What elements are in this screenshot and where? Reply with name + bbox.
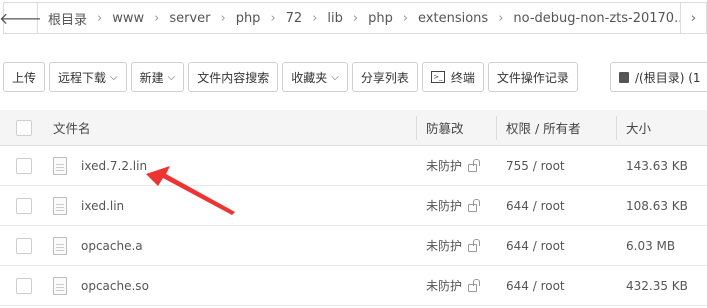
column-header-name[interactable]: 文件名 <box>53 110 91 145</box>
perm-owner[interactable]: 644 / root <box>506 186 565 225</box>
favorites-button[interactable]: 收藏夹 ⌵ <box>282 62 348 92</box>
table-row[interactable]: opcache.so 未防护 644 / root 432.35 KB <box>0 266 707 306</box>
row-checkbox[interactable] <box>16 277 32 294</box>
unlock-icon[interactable] <box>468 163 478 172</box>
file-icon <box>53 236 67 255</box>
unlock-icon[interactable] <box>468 283 478 292</box>
arrow-left-icon: 🡐 <box>0 9 42 28</box>
protect-status[interactable]: 未防护 <box>426 197 462 214</box>
chevron-right-icon: › <box>97 10 103 26</box>
file-name[interactable]: ixed.lin <box>81 199 124 213</box>
column-divider <box>616 116 617 140</box>
content-search-button[interactable]: 文件内容搜索 <box>188 62 279 92</box>
back-button[interactable]: 🡐 <box>0 3 42 33</box>
red-arrow-annotation <box>146 166 235 215</box>
disk-selector-button[interactable]: /(根目录) (1 <box>610 62 707 92</box>
unlock-icon[interactable] <box>468 243 478 252</box>
file-log-button[interactable]: 文件操作记录 <box>487 62 578 92</box>
protect-status[interactable]: 未防护 <box>426 157 462 174</box>
file-name[interactable]: opcache.a <box>81 239 143 253</box>
breadcrumb-item-php[interactable]: php › <box>236 3 286 33</box>
new-button[interactable]: 新建 ⌵ <box>130 62 185 92</box>
chevron-right-icon: › <box>312 10 318 26</box>
chevron-right-icon: › <box>402 10 409 26</box>
file-icon <box>53 276 67 295</box>
column-divider <box>496 116 497 140</box>
perm-owner[interactable]: 755 / root <box>506 146 565 185</box>
protect-status[interactable]: 未防护 <box>426 277 462 294</box>
perm-owner[interactable]: 644 / root <box>506 266 565 305</box>
table-row[interactable]: ixed.lin 未防护 644 / root 108.63 KB <box>0 186 707 226</box>
chevron-right-icon: › <box>220 10 226 26</box>
file-name[interactable]: ixed.7.2.lin <box>81 159 147 173</box>
breadcrumb-item-lib[interactable]: lib › <box>327 3 368 33</box>
column-header-perm[interactable]: 权限 / 所有者 <box>506 110 581 145</box>
upload-button[interactable]: 上传 <box>3 62 46 92</box>
file-size: 108.63 KB <box>626 198 688 213</box>
disk-icon <box>619 71 629 83</box>
breadcrumb-item-www[interactable]: www › <box>112 3 169 33</box>
breadcrumb-more-button[interactable]: › <box>680 3 706 33</box>
breadcrumb-item-extensions[interactable]: extensions › <box>418 3 513 33</box>
table-row[interactable]: ixed.7.2.lin 未防护 755 / root 143.63 KB <box>0 146 707 186</box>
chevron-right-icon: › <box>270 10 276 26</box>
protect-status[interactable]: 未防护 <box>426 237 462 254</box>
unlock-icon[interactable] <box>468 203 478 212</box>
breadcrumb-item-server[interactable]: server › <box>169 3 235 33</box>
file-table: 文件名 防篡改 权限 / 所有者 大小 ixed.7.2.lin 未防护 755… <box>0 110 707 306</box>
terminal-button[interactable]: >_ 终端 <box>421 62 484 92</box>
breadcrumb-bar: 🡐 根目录 › www › server › php › 72 › lib › php › e… <box>0 2 707 34</box>
column-header-protect[interactable]: 防篡改 <box>426 110 464 145</box>
row-checkbox[interactable] <box>16 237 32 254</box>
breadcrumb-item-root[interactable]: 根目录 › <box>38 3 112 33</box>
row-checkbox[interactable] <box>16 197 32 214</box>
chevron-right-icon: › <box>498 10 504 26</box>
select-all-checkbox[interactable] <box>16 119 32 136</box>
file-name[interactable]: opcache.so <box>81 279 149 293</box>
table-header: 文件名 防篡改 权限 / 所有者 大小 <box>0 110 707 146</box>
breadcrumb-item-current[interactable]: no-debug-non-zts-20170... <box>513 3 686 33</box>
chevron-right-icon: › <box>154 10 160 26</box>
chevron-down-icon: ⌵ <box>167 71 176 83</box>
column-divider <box>416 116 417 140</box>
chevron-right-icon: › <box>690 10 697 26</box>
table-row[interactable]: opcache.a 未防护 644 / root 6.03 MB <box>0 226 707 266</box>
row-checkbox[interactable] <box>16 157 32 174</box>
breadcrumb: 根目录 › www › server › php › 72 › lib › php › ext… <box>38 3 706 33</box>
chevron-right-icon: › <box>352 10 359 26</box>
column-header-size[interactable]: 大小 <box>626 110 651 145</box>
file-size: 6.03 MB <box>626 238 676 253</box>
file-size: 143.63 KB <box>626 158 688 173</box>
remote-download-button[interactable]: 远程下载 ⌵ <box>49 62 127 92</box>
share-list-button[interactable]: 分享列表 <box>351 62 418 92</box>
breadcrumb-item-php2[interactable]: php › <box>368 3 418 33</box>
breadcrumb-item-72[interactable]: 72 › <box>286 3 328 33</box>
file-icon <box>53 156 67 175</box>
terminal-icon: >_ <box>430 71 445 83</box>
chevron-down-icon: ⌵ <box>331 71 339 83</box>
perm-owner[interactable]: 644 / root <box>506 226 565 265</box>
chevron-down-icon: ⌵ <box>110 71 118 83</box>
file-icon <box>53 196 67 215</box>
toolbar: 上传 远程下载 ⌵ 新建 ⌵ 文件内容搜索 收藏夹 ⌵ 分享列表 >_ 终端 文件操作记… <box>3 62 582 92</box>
file-size: 432.35 KB <box>626 278 688 293</box>
